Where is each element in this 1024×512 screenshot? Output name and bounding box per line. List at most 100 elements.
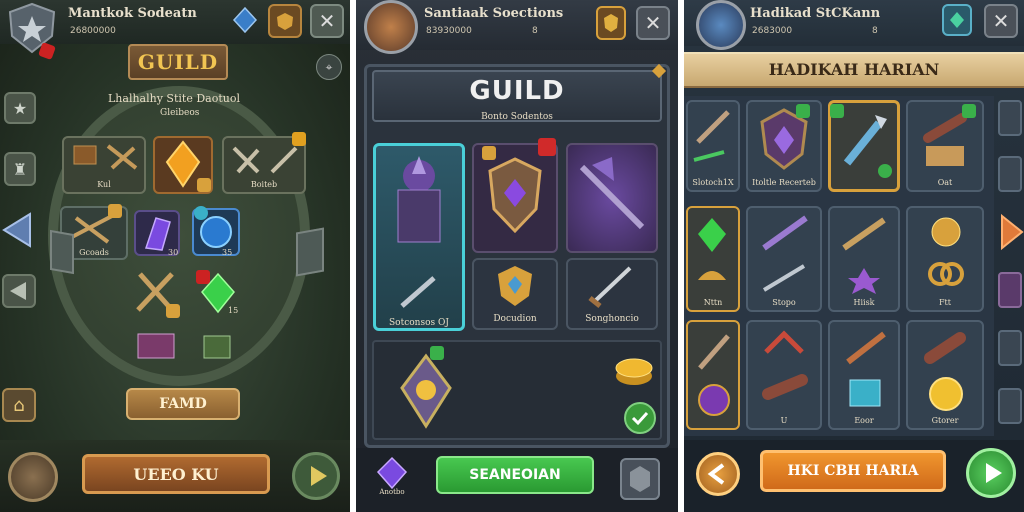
- close-icon[interactable]: ✕: [984, 4, 1018, 38]
- scroll-icon[interactable]: [196, 330, 236, 362]
- reward-label: Hiisk: [853, 298, 875, 307]
- new-item-badge: [292, 132, 306, 146]
- player-name: Hadikad StCKann: [750, 6, 881, 21]
- gem-icon[interactable]: [232, 6, 258, 34]
- claimed-check-badge: [796, 104, 810, 118]
- guild-emblem-button[interactable]: [268, 4, 302, 38]
- reward-slot[interactable]: Nttn: [686, 206, 740, 312]
- reward-slot[interactable]: U: [746, 320, 822, 430]
- guild-subtitle: Lhalhalhy Stite Daotuol: [108, 92, 240, 105]
- left-arrow-icon[interactable]: [0, 210, 36, 250]
- player-count: 8: [872, 26, 878, 36]
- title-banner: GUILD: [128, 44, 228, 80]
- reward-label: Gtorer: [931, 416, 959, 425]
- reward-slot[interactable]: Slotoch1X: [686, 100, 740, 192]
- reward-label: U: [780, 416, 788, 425]
- find-button-label: FAMD: [159, 396, 207, 412]
- item-slot-crossbow[interactable]: Kul: [62, 136, 146, 194]
- guild-subtitle-secondary: Gleibeos: [160, 108, 200, 118]
- sidebar-arrow-icon[interactable]: [998, 272, 1022, 308]
- player-score: 83930000: [426, 26, 472, 36]
- treasure-chest-icon[interactable]: [134, 328, 178, 362]
- player-name: Mantkok Sodeatn: [68, 6, 197, 21]
- item-count: 15: [228, 306, 239, 315]
- crest-card[interactable]: Docudion: [472, 258, 558, 330]
- reward-slot[interactable]: Eoor: [828, 320, 900, 430]
- card-label: Songhoncio: [585, 314, 639, 324]
- avatar[interactable]: [696, 0, 746, 50]
- sidebar-arrow-icon[interactable]: [998, 100, 1022, 136]
- find-button[interactable]: FAMD: [126, 388, 240, 420]
- claimed-check-badge: [962, 104, 976, 118]
- main-action-label: SEANEOIAN: [469, 467, 561, 483]
- reward-slot[interactable]: Stopo: [746, 206, 822, 312]
- guild-subtitle: Bonto Sodentos: [481, 112, 553, 122]
- reward-label: Ftt: [939, 298, 951, 307]
- gear-badge-icon: [194, 206, 208, 220]
- main-action-label: UEEO KU: [133, 464, 219, 484]
- sidebar-castle-button[interactable]: ♜: [4, 152, 36, 186]
- shield-emblem-button[interactable]: [8, 452, 58, 502]
- card-crown-icon: [482, 146, 496, 160]
- claimed-check-badge: [830, 104, 844, 118]
- gem-label: Anotbo: [379, 488, 405, 496]
- play-button[interactable]: [292, 452, 340, 500]
- guild-emblem-button[interactable]: [596, 6, 626, 40]
- reward-label: Stopo: [772, 298, 796, 307]
- avatar[interactable]: [364, 0, 418, 54]
- reward-label: Slotoch1X: [692, 178, 734, 187]
- confirm-check-icon[interactable]: [624, 402, 656, 434]
- close-icon[interactable]: ✕: [310, 4, 344, 38]
- right-hexagon-icon: [296, 227, 324, 277]
- sidebar-arrow-icon[interactable]: [998, 156, 1022, 192]
- player-score: 2683000: [752, 26, 793, 36]
- left-hexagon-icon: [50, 229, 74, 275]
- pin-icon[interactable]: ⌖: [316, 54, 342, 80]
- trophy-badge: [430, 346, 444, 360]
- item-count-badge: [197, 178, 211, 192]
- card-label: Docudion: [493, 314, 537, 324]
- reward-label: Itoltle Recerteb: [752, 178, 816, 187]
- left-arrow-small-icon[interactable]: [2, 274, 36, 308]
- reward-label: Oat: [937, 178, 953, 187]
- coin-stack-icon[interactable]: [612, 346, 656, 390]
- main-action-button[interactable]: SEANEOIAN: [436, 456, 594, 494]
- sidebar-arrow-icon[interactable]: [998, 388, 1022, 424]
- item-badge: [108, 204, 122, 218]
- play-button[interactable]: [966, 448, 1016, 498]
- main-action-button[interactable]: HKI CBH HARIA: [760, 450, 946, 492]
- purple-gem-button[interactable]: Anotbo: [374, 456, 410, 500]
- page-title: GUILD: [469, 76, 565, 106]
- close-icon[interactable]: ✕: [636, 6, 670, 40]
- main-action-button[interactable]: UEEO KU: [82, 454, 270, 494]
- player-count: 8: [532, 26, 538, 36]
- new-item-badge: [196, 270, 210, 284]
- card-label: Sotconsos OJ: [389, 318, 449, 328]
- player-name: Santiaak Soections: [424, 6, 564, 21]
- reward-slot[interactable]: Ftt: [906, 206, 984, 312]
- item-label: Kul: [97, 180, 111, 189]
- home-button[interactable]: ⌂: [2, 388, 36, 422]
- trophy-icon[interactable]: [386, 348, 466, 434]
- item-count: 30: [168, 248, 179, 257]
- back-button[interactable]: [696, 452, 740, 496]
- player-score: 26800000: [70, 26, 116, 36]
- main-action-label: HKI CBH HARIA: [787, 463, 919, 479]
- guild-panel-cards: Santiaak Soections 83930000 8 ✕ GUILD Bo…: [356, 0, 678, 512]
- gem-button[interactable]: [942, 4, 972, 36]
- reward-slot[interactable]: Hiisk: [828, 206, 900, 312]
- guild-hex-button[interactable]: [620, 458, 660, 500]
- axe-card[interactable]: [566, 143, 658, 253]
- reward-slot[interactable]: Itoltle Recerteb: [746, 100, 822, 192]
- reward-slot[interactable]: [686, 320, 740, 430]
- hero-card[interactable]: Sotconsos OJ: [373, 143, 465, 331]
- item-label: Boiteb: [250, 180, 278, 189]
- item-slot-fire-gem[interactable]: [153, 136, 213, 194]
- right-arrow-icon[interactable]: [998, 212, 1024, 252]
- sidebar-arrow-icon[interactable]: [998, 330, 1022, 366]
- reward-label: Eoor: [854, 416, 874, 425]
- sidebar-star-button[interactable]: ★: [4, 92, 36, 124]
- reward-slot[interactable]: Gtorer: [906, 320, 984, 430]
- dagger-card[interactable]: Songhoncio: [566, 258, 658, 330]
- guild-panel-forest: Mantkok Sodeatn 26800000 ✕ GUILD ⌖ Lhalh…: [0, 0, 350, 512]
